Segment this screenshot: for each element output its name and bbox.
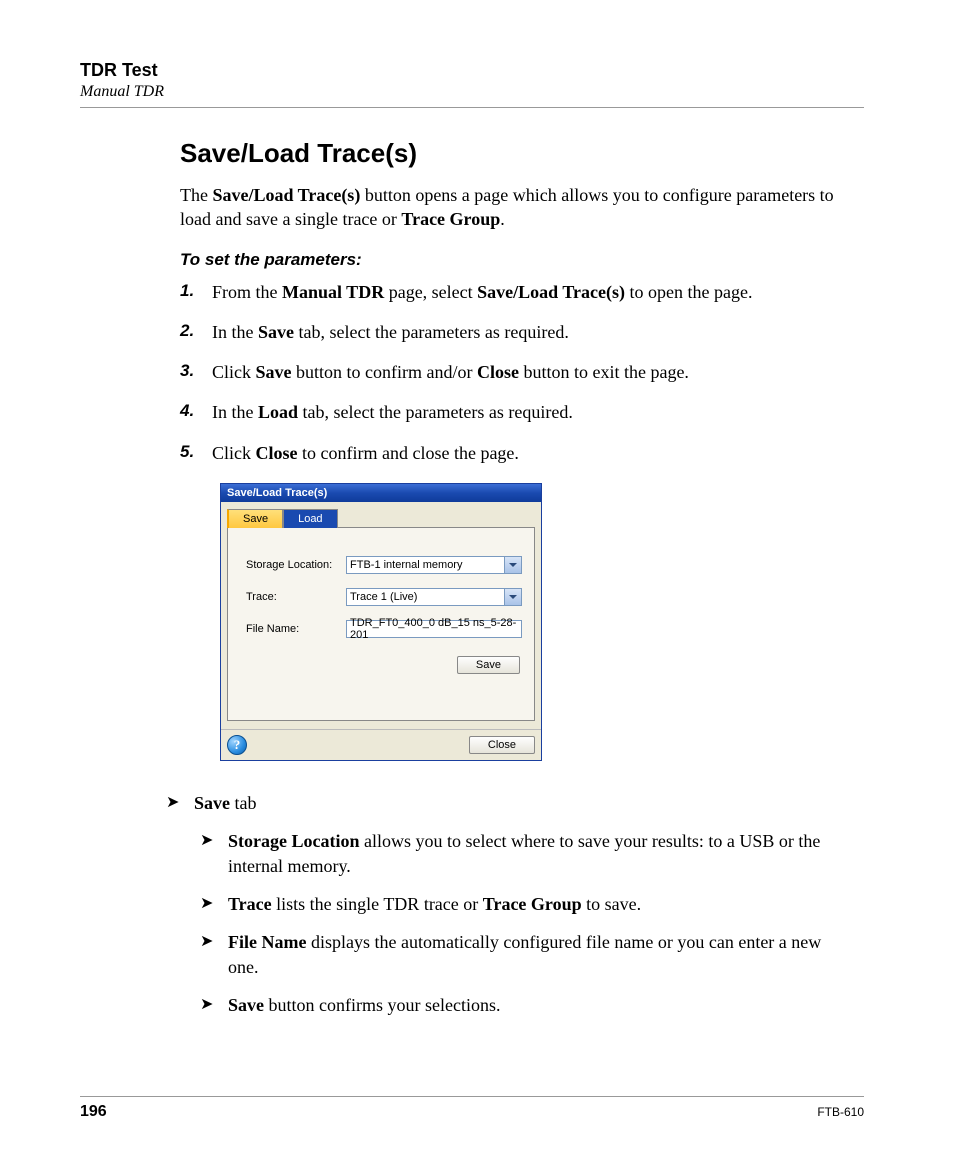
item-save-tab: Save tab Storage Location allows you to … xyxy=(166,791,854,1017)
label-trace: Trace: xyxy=(246,591,346,603)
description-list: Save tab Storage Location allows you to … xyxy=(166,791,854,1017)
dialog-footer: ? Close xyxy=(221,729,541,760)
page-number: 196 xyxy=(80,1103,107,1121)
procedure-steps: From the Manual TDR page, select Save/Lo… xyxy=(180,280,854,465)
tab-pane-save: Storage Location: FTB-1 internal memory … xyxy=(227,527,535,721)
tab-load[interactable]: Load xyxy=(283,509,337,528)
page-footer: 196 FTB-610 xyxy=(80,1096,864,1121)
save-load-dialog: Save/Load Trace(s) Save Load Storage Loc… xyxy=(220,483,542,761)
tab-save[interactable]: Save xyxy=(227,509,283,528)
dialog-tabs: Save Load xyxy=(227,508,535,527)
save-tab-sublist: Storage Location allows you to select wh… xyxy=(200,829,854,1017)
save-button[interactable]: Save xyxy=(457,656,520,674)
chapter-subtitle: Manual TDR xyxy=(80,83,864,101)
running-header: TDR Test Manual TDR xyxy=(80,60,864,101)
intro-paragraph: The Save/Load Trace(s) button opens a pa… xyxy=(180,183,854,232)
dialog-titlebar: Save/Load Trace(s) xyxy=(221,484,541,502)
help-icon[interactable]: ? xyxy=(227,735,247,755)
close-button[interactable]: Close xyxy=(469,736,535,754)
step-4: In the Load tab, select the parameters a… xyxy=(180,400,854,424)
step-1: From the Manual TDR page, select Save/Lo… xyxy=(180,280,854,304)
step-3: Click Save button to confirm and/or Clos… xyxy=(180,360,854,384)
section-heading: Save/Load Trace(s) xyxy=(180,138,854,169)
item-storage-location: Storage Location allows you to select wh… xyxy=(200,829,854,878)
item-trace: Trace lists the single TDR trace or Trac… xyxy=(200,892,854,916)
header-rule xyxy=(80,107,864,108)
dialog-screenshot: Save/Load Trace(s) Save Load Storage Loc… xyxy=(220,483,854,761)
combo-storage-location[interactable]: FTB-1 internal memory xyxy=(346,556,522,574)
procedure-heading: To set the parameters: xyxy=(180,250,854,270)
input-file-name[interactable]: TDR_FT0_400_0 dB_15 ns_5-28-201 xyxy=(346,620,522,638)
item-save-button: Save button confirms your selections. xyxy=(200,993,854,1017)
chapter-title: TDR Test xyxy=(80,60,864,81)
chevron-down-icon[interactable] xyxy=(504,589,521,605)
chevron-down-icon[interactable] xyxy=(504,557,521,573)
item-file-name: File Name displays the automatically con… xyxy=(200,930,854,979)
combo-trace[interactable]: Trace 1 (Live) xyxy=(346,588,522,606)
label-storage-location: Storage Location: xyxy=(246,559,346,571)
step-2: In the Save tab, select the parameters a… xyxy=(180,320,854,344)
step-5: Click Close to confirm and close the pag… xyxy=(180,441,854,465)
model-number: FTB-610 xyxy=(817,1105,864,1119)
label-file-name: File Name: xyxy=(246,623,346,635)
